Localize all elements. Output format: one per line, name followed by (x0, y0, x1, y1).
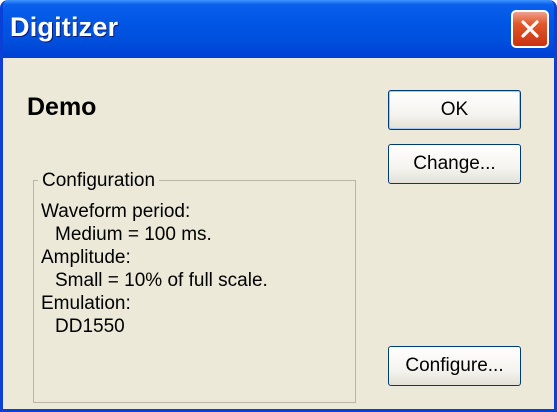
configuration-label: Configuration (38, 170, 160, 192)
dialog-body: Demo Configuration Waveform period: Medi… (3, 58, 554, 409)
window-title: Digitizer (10, 12, 119, 42)
emulation-value: DD1550 (55, 316, 125, 337)
change-button[interactable]: Change... (388, 144, 521, 184)
amplitude-value: Small = 10% of full scale. (55, 270, 268, 291)
amplitude-label: Amplitude: (41, 247, 131, 268)
emulation-label: Emulation: (41, 293, 131, 314)
configure-button[interactable]: Configure... (388, 346, 521, 386)
title-bar[interactable]: Digitizer (3, 0, 554, 58)
mode-label: Demo (27, 93, 97, 121)
close-icon (521, 20, 539, 38)
waveform-period-value: Medium = 100 ms. (55, 224, 212, 245)
close-button[interactable] (511, 10, 549, 48)
waveform-period-label: Waveform period: (41, 201, 191, 222)
ok-button[interactable]: OK (388, 90, 521, 130)
digitizer-dialog: Digitizer Demo Configuration Waveform pe… (0, 0, 557, 412)
